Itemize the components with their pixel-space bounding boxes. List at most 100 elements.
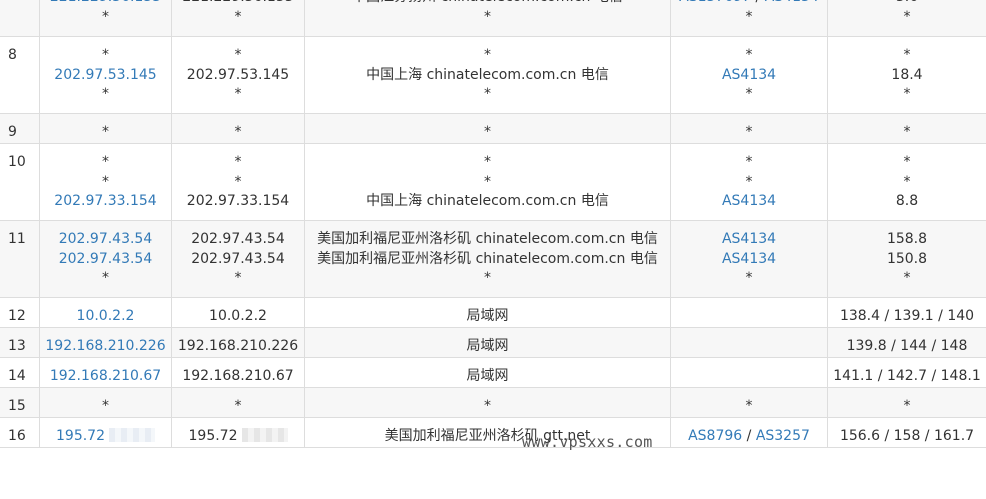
hostname-cell: 192.168.210.67 [171,357,305,388]
hop-row: 13 192.168.210.226 192.168.210.226 局域网 139.8… [0,327,986,358]
asn-line [672,337,827,357]
location-text: 局域网 [466,308,509,324]
ip-line: 202.97.33.154 [41,192,171,212]
timeout-marker: * [484,8,491,25]
timeout-marker: * [102,8,109,25]
timeout-marker: * [234,270,242,286]
asn-separator: / [742,428,756,444]
hostname-cell: 192.168.210.226 [171,327,305,358]
hop-number: 12 [0,297,40,328]
asn-line: AS8796 / AS3257 [672,427,827,447]
hostname-text: 202.97.53.145 [186,66,290,83]
hop-number: 9 [0,113,40,144]
hostname-line: * [173,397,304,417]
ip-cell: 221.229.36.153 * [39,0,172,37]
asn-cell: AS8796 / AS3257 [670,417,828,448]
hop-number: 14 [0,357,40,388]
location-cell: 美国加利福尼亚州洛杉矶 chinatelecom.com.cn 电信 美国加利福尼… [304,220,671,298]
latency-cell: * [827,113,986,144]
hostname-line: 195.72 [173,427,304,447]
asn-separator: / [751,0,765,5]
hostname-line: * [173,173,304,193]
timeout-marker: * [234,8,242,25]
timeout-marker: * [234,124,242,140]
location-text: 美国加利福尼亚州洛杉矶 chinatelecom.com.cn 电信 [317,231,658,247]
location-cell: 中国江苏扬州 chinatelecom.com.cn 电信* [304,0,671,37]
ip-link[interactable]: 10.0.2.2 [77,308,135,324]
asn-link[interactable]: AS4134 [765,0,819,5]
timeout-marker: * [484,86,491,102]
hostname-line: 202.97.53.145 [173,66,304,86]
location-text: 中国江苏扬州 chinatelecom.com.cn 电信 [306,0,670,8]
timeout-marker: * [484,398,491,414]
latency-text: 138.4 / 139.1 / 140 [839,308,975,324]
ip-link[interactable]: 202.97.53.145 [54,67,156,83]
hostname-cell: 195.72 [171,417,305,448]
ip-link[interactable]: 192.168.210.226 [45,338,165,354]
asn-link[interactable]: AS137697 [679,0,751,5]
asn-line: * [672,397,827,417]
hop-number-text: 14 [8,368,26,384]
ip-line: 202.97.43.54 [41,250,171,270]
timeout-marker: * [903,47,911,63]
location-cell: * [304,113,671,144]
asn-link[interactable]: AS4134 [722,193,776,209]
hop-row: 12 10.0.2.2 10.0.2.2 局域网 138.4 / 139.1 / 140 [0,297,986,328]
hostname-cell: * [171,387,305,418]
watermark: www.vpsxxs.com [522,433,653,451]
hostname-line: 192.168.210.67 [173,367,304,387]
hostname-line: * [173,85,304,105]
hop-number-text: 8 [8,47,17,63]
ip-line: * [41,85,171,105]
hostname-line: 202.97.33.154 [173,192,304,212]
ip-link[interactable]: 202.97.43.54 [59,251,153,267]
asn-cell [670,297,828,328]
hostname-line: 192.168.210.226 [173,337,304,357]
timeout-marker: * [484,47,491,63]
traceroute-table: 221.229.36.153*221.229.36.153*中国江苏扬州 chi… [0,0,986,448]
asn-link[interactable]: AS3257 [756,428,810,444]
hop-row: 15 * * * * * [0,387,986,418]
asn-line: * [672,8,827,28]
asn-cell: * * AS4134 [670,143,828,221]
asn-link[interactable]: AS4134 [722,231,776,247]
timeout-marker: * [102,154,109,170]
location-cell: 局域网 [304,357,671,388]
hostname-line: * [173,269,304,289]
ip-cell: * * 202.97.33.154 [39,143,172,221]
asn-link[interactable]: AS8796 [688,428,742,444]
ip-line: * [41,173,171,193]
hostname-text: 202.97.43.54 [191,231,285,247]
location-text: 局域网 [466,368,509,384]
asn-cell: * [670,387,828,418]
asn-link[interactable]: AS4134 [722,251,776,267]
ip-link[interactable]: 195.72 [56,428,105,444]
ip-link[interactable]: 221.229.36.153 [50,0,161,5]
ip-link[interactable]: 202.97.43.54 [59,231,153,247]
ip-line: * [41,46,171,66]
timeout-marker: * [903,154,911,170]
ip-link[interactable]: 202.97.33.154 [54,193,156,209]
hostname-cell: 10.0.2.2 [171,297,305,328]
location-text: 中国上海 chinatelecom.com.cn 电信 [366,193,609,209]
asn-link[interactable]: AS4134 [722,67,776,83]
hop-row: 14 192.168.210.67 192.168.210.67 局域网 141.1 /… [0,357,986,388]
timeout-marker: * [234,86,242,102]
hop-number-text: 13 [8,338,26,354]
location-cell: * * 中国上海 chinatelecom.com.cn 电信 [304,143,671,221]
hostname-text: 202.97.43.54 [191,250,285,267]
hop-number: 11 [0,220,40,298]
timeout-marker: * [745,398,753,414]
hostname-text: 192.168.210.67 [182,368,294,384]
hop-row: 9 * * * * * [0,113,986,144]
timeout-marker: * [745,124,753,140]
timeout-marker: * [484,154,491,170]
asn-line: * [672,173,827,193]
asn-line: * [672,46,827,66]
hop-number-text: 11 [8,231,26,247]
ip-link[interactable]: 192.168.210.67 [50,368,161,384]
timeout-marker: * [102,173,109,190]
asn-cell: * [670,113,828,144]
asn-cell: AS137697 / AS4134 * [670,0,828,37]
timeout-marker: * [903,270,911,286]
